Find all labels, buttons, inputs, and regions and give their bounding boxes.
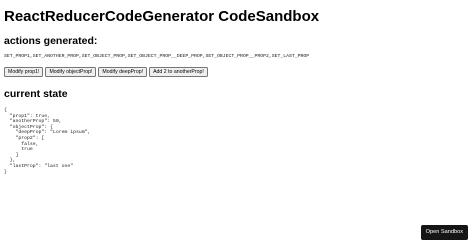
actions-heading: actions generated: [4, 35, 98, 47]
modify-object-prop-button[interactable]: Modify objectProp! [45, 67, 97, 77]
action-buttons: Modify prop1! Modify objectProp! Modify … [4, 67, 470, 77]
app-root: ReactReducerCodeGenerator CodeSandbox ac… [4, 8, 470, 175]
state-heading: current state [4, 88, 68, 100]
open-sandbox-button[interactable]: Open Sandbox [420, 225, 468, 240]
modify-prop1-button[interactable]: Modify prop1! [4, 67, 44, 77]
actions-list: SET_PROP1,SET_ANOTHER_PROP,SET_OBJECT_PR… [4, 54, 310, 59]
add-2-to-another-prop-button[interactable]: Add 2 to anotherProp! [149, 67, 208, 77]
state-json: { "prop1": true, "anotherProp": 50, "obj… [4, 108, 91, 175]
modify-deep-prop-button[interactable]: Modify deepProp! [98, 67, 148, 77]
page-title: ReactReducerCodeGenerator CodeSandbox [4, 8, 320, 25]
